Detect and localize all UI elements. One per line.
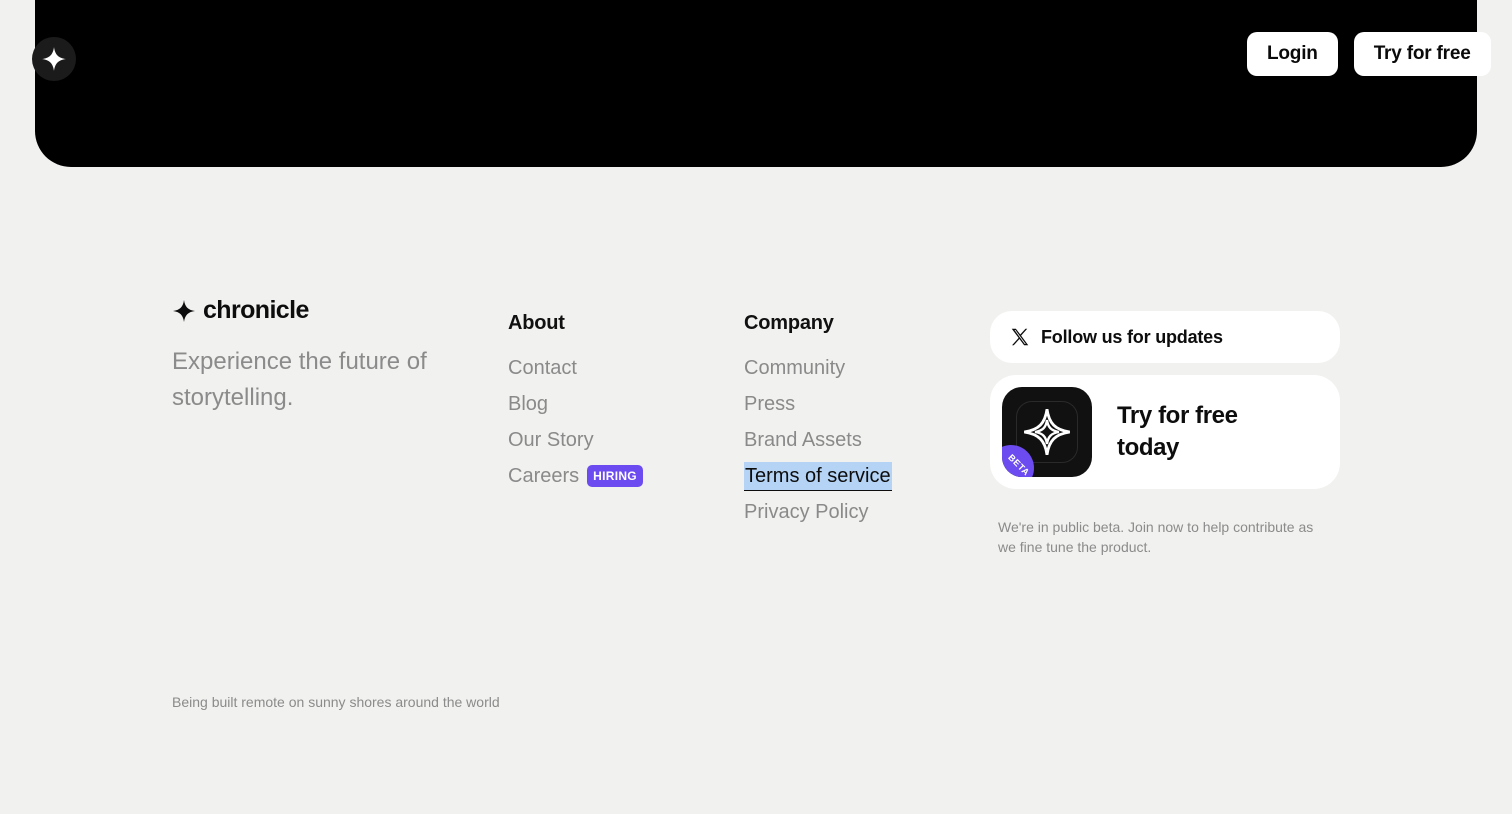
sparkle-icon [42,47,66,71]
press-link[interactable]: Press [744,390,795,418]
footer-logo[interactable]: chronicle [172,296,309,325]
list-item: Careers HIRING [508,458,643,494]
about-column: About Contact Blog Our Story Careers HIR… [508,310,643,494]
list-item: Contact [508,350,643,386]
our-story-link[interactable]: Our Story [508,426,594,454]
page: Login Try for free chronicle Experience … [0,0,1512,814]
brand-name: chronicle [203,296,309,324]
tagline: Experience the future of storytelling. [172,348,427,411]
home-logo-button[interactable] [32,37,76,81]
list-item: Our Story [508,422,643,458]
about-heading: About [508,312,565,334]
company-column: Company Community Press Brand Assets Ter… [744,310,892,530]
footer-bottom-note: Being built remote on sunny shores aroun… [172,694,500,710]
blog-link[interactable]: Blog [508,390,548,418]
privacy-policy-link[interactable]: Privacy Policy [744,498,868,526]
follow-label: Follow us for updates [1041,326,1223,347]
try-for-free-card[interactable]: BETA Try for free today [990,375,1340,489]
list-item: Brand Assets [744,422,892,458]
hiring-badge: HIRING [587,465,643,487]
about-links: Contact Blog Our Story Careers HIRING [508,350,643,494]
company-links: Community Press Brand Assets Terms of se… [744,350,892,530]
header-actions: Login Try for free [1247,32,1491,76]
terms-of-service-link[interactable]: Terms of service [744,461,892,491]
careers-link[interactable]: Careers [508,462,579,490]
login-button[interactable]: Login [1247,32,1338,76]
app-icon: BETA [1002,387,1092,477]
try-for-free-button[interactable]: Try for free [1353,32,1491,76]
list-item: Terms of service [744,458,892,494]
beta-note: We're in public beta. Join now to help c… [998,519,1314,555]
follow-us-button[interactable]: Follow us for updates [990,311,1340,363]
brand-assets-link[interactable]: Brand Assets [744,426,862,454]
list-item: Blog [508,386,643,422]
contact-link[interactable]: Contact [508,354,577,382]
try-card-label: Try for free today [1117,402,1238,461]
sparkle-outline-icon [1024,409,1070,455]
community-link[interactable]: Community [744,354,845,382]
list-item: Privacy Policy [744,494,892,530]
company-heading: Company [744,312,834,334]
x-logo-icon [1011,328,1029,346]
list-item: Community [744,350,892,386]
list-item: Press [744,386,892,422]
site-footer: chronicle Experience the future of story… [0,0,1512,814]
sparkle-icon [173,299,195,322]
